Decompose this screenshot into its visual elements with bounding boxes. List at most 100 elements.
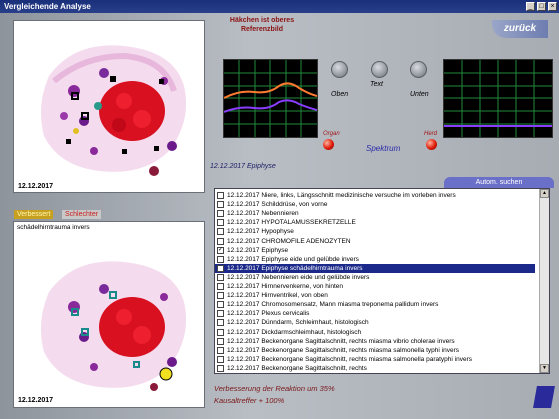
list-item[interactable]: 12.12.2017 Beckenorgane Sagittalschnitt,… — [215, 364, 535, 373]
list-item-date: 12.12.2017 — [227, 301, 260, 309]
list-item-date: 12.12.2017 — [227, 292, 260, 300]
list-item[interactable]: 12.12.2017 Niere, links, Längsschnitt me… — [215, 191, 535, 200]
top-knob[interactable] — [331, 61, 348, 78]
maximize-button[interactable]: □ — [537, 2, 546, 11]
list-item-text: Schilddrüse, von vorne — [261, 201, 328, 209]
list-item-text: Beckenorgane Sagittalschnitt, rechts mia… — [261, 355, 472, 363]
list-item[interactable]: 12.12.2017 Hirnventrikel, von oben — [215, 291, 535, 300]
selected-item-info: 12.12.2017 Epiphyse — [210, 163, 276, 170]
organ-signal-graph — [223, 60, 318, 137]
list-item[interactable]: 12.12.2017 Dünndarm, Schleimhaut, histol… — [215, 318, 535, 327]
status-line-2: Kausaltreffer + 100% — [214, 396, 285, 405]
close-button[interactable]: × — [548, 2, 557, 11]
organ-label: Organ — [323, 131, 340, 137]
list-item[interactable]: 12.12.2017 Hirnnervenkerne, von hinten — [215, 282, 535, 291]
list-item-checkbox[interactable] — [217, 301, 224, 309]
tab-worse[interactable]: Schlechter — [62, 210, 102, 219]
organ-scope — [223, 59, 318, 138]
spectrum-label[interactable]: Spektrum — [366, 144, 400, 153]
list-item-text: Dünndarm, Schleimhaut, histologisch — [261, 319, 369, 327]
list-item-checkbox[interactable] — [217, 328, 224, 336]
list-item-date: 12.12.2017 — [227, 319, 260, 327]
list-item-text: Epiphyse — [261, 246, 289, 254]
list-item-checkbox[interactable] — [217, 192, 224, 199]
list-item-text: Hirnnervenkerne, von hinten — [261, 283, 344, 290]
list-item-date: 12.12.2017 — [227, 328, 260, 336]
list-item[interactable]: 12.12.2017 Beckenorgane Sagittalschnitt,… — [215, 346, 535, 355]
list-item[interactable]: 12.12.2017 Dickdarmschleimhaut, histolog… — [215, 328, 535, 337]
minimize-button[interactable]: _ — [526, 2, 535, 11]
list-item-checkbox[interactable] — [217, 364, 224, 372]
analysis-list[interactable]: 12.12.2017 Niere, links, Längsschnitt me… — [214, 188, 550, 374]
list-item-checkbox[interactable] — [217, 337, 224, 345]
list-item[interactable]: 12.12.2017 Beckenorgane Sagittalschnitt,… — [215, 355, 535, 364]
list-item-date: 12.12.2017 — [227, 283, 260, 290]
list-item-checkbox[interactable]: ✓ — [217, 246, 224, 254]
auto-search-button[interactable]: Autom. suchen — [444, 177, 554, 188]
list-item-checkbox[interactable] — [217, 219, 224, 227]
list-item-text: Niere, links, Längsschnitt medizinische … — [261, 192, 456, 199]
list-item[interactable]: 12.12.2017 Nebennieren eide und gelübde … — [215, 273, 535, 282]
list-item-date: 12.12.2017 — [227, 228, 260, 236]
list-item-checkbox[interactable] — [217, 292, 224, 300]
list-item[interactable]: 12.12.2017 Nebennieren — [215, 209, 535, 218]
list-item-checkbox[interactable] — [217, 255, 224, 263]
bottom-knob[interactable] — [410, 61, 427, 78]
list-item[interactable]: 12.12.2017 Plexus cervicalis — [215, 309, 535, 318]
list-item-checkbox[interactable] — [217, 273, 224, 281]
list-item[interactable]: 12.12.2017 Epiphyse eide und gelübde inv… — [215, 255, 535, 264]
scroll-down-icon[interactable]: ▼ — [540, 364, 549, 373]
list-item[interactable]: 12.12.2017 Beckenorgane Sagittalschnitt,… — [215, 337, 535, 346]
reference-heading: Häkchen ist oberes Referenzbild — [229, 17, 295, 33]
list-item[interactable]: 12.12.2017 CHROMOFILE ADENOZYTEN — [215, 237, 535, 246]
comparison-image-panel[interactable]: schädelhirntrauma invers — [13, 221, 205, 408]
list-item-checkbox[interactable] — [217, 346, 224, 354]
top-knob-label: Oben — [331, 91, 349, 98]
list-item-date: 12.12.2017 — [227, 201, 260, 209]
herd-led-indicator[interactable] — [426, 139, 437, 150]
reference-image-date: 12.12.2017 — [18, 183, 54, 190]
list-item-date: 12.12.2017 — [227, 337, 260, 345]
list-item-date: 12.12.2017 — [227, 192, 260, 199]
reference-image-panel[interactable] — [13, 20, 205, 193]
list-item-text: Hirnventrikel, von oben — [261, 292, 328, 300]
tissue-section-image-compare — [40, 261, 187, 391]
list-item-checkbox[interactable] — [217, 237, 224, 245]
list-item-text: Nebennieren eide und gelübde invers — [261, 273, 370, 281]
list-item-checkbox[interactable] — [217, 319, 224, 327]
text-knob[interactable] — [371, 61, 388, 78]
list-item-text: HYPOTALAMUSSEKRETZELLE — [261, 219, 356, 227]
tab-improved[interactable]: Verbessert — [14, 210, 54, 219]
list-scrollbar[interactable]: ▲ ▼ — [539, 189, 549, 373]
list-item-date: 12.12.2017 — [227, 273, 260, 281]
scroll-up-icon[interactable]: ▲ — [540, 189, 549, 198]
list-item-checkbox[interactable] — [217, 355, 224, 363]
list-item-date: 12.12.2017 — [227, 255, 260, 263]
list-item[interactable]: 12.12.2017 Epiphyse schädelhirntrauma in… — [215, 263, 535, 273]
list-item-text: Dickdarmschleimhaut, histologisch — [261, 328, 362, 336]
list-item-checkbox[interactable] — [217, 264, 224, 272]
list-item[interactable]: 12.12.2017 Hypophyse — [215, 227, 535, 236]
back-button[interactable]: zurück — [492, 20, 548, 38]
list-item-text: Plexus cervicalis — [261, 310, 310, 318]
list-item-text: Hypophyse — [261, 228, 294, 236]
list-item[interactable]: 12.12.2017 Schilddrüse, von vorne — [215, 200, 535, 209]
list-item-date: 12.12.2017 — [227, 346, 260, 354]
list-item-date: 12.12.2017 — [227, 210, 260, 218]
organ-led-indicator[interactable] — [323, 139, 334, 150]
list-item-checkbox[interactable] — [217, 210, 224, 218]
list-item-date: 12.12.2017 — [227, 364, 260, 372]
list-item-checkbox[interactable] — [217, 283, 224, 290]
herd-label: Herd — [424, 131, 438, 137]
list-item-text: Chromosomensatz, Mann miasma treponema p… — [261, 301, 439, 309]
list-item[interactable]: 12.12.2017 Chromosomensatz, Mann miasma … — [215, 300, 535, 309]
list-item-text: CHROMOFILE ADENOZYTEN — [261, 237, 351, 245]
list-item-date: 12.12.2017 — [227, 219, 260, 227]
list-item-checkbox[interactable] — [217, 201, 224, 209]
window-title: Vergleichende Analyse — [4, 2, 91, 11]
list-item[interactable]: ✓ 12.12.2017 Epiphyse — [215, 246, 535, 255]
list-item-checkbox[interactable] — [217, 228, 224, 236]
status-line-1: Verbesserung der Reaktion um 35% — [214, 384, 335, 393]
list-item-checkbox[interactable] — [217, 310, 224, 318]
list-item[interactable]: 12.12.2017 HYPOTALAMUSSEKRETZELLE — [215, 218, 535, 227]
